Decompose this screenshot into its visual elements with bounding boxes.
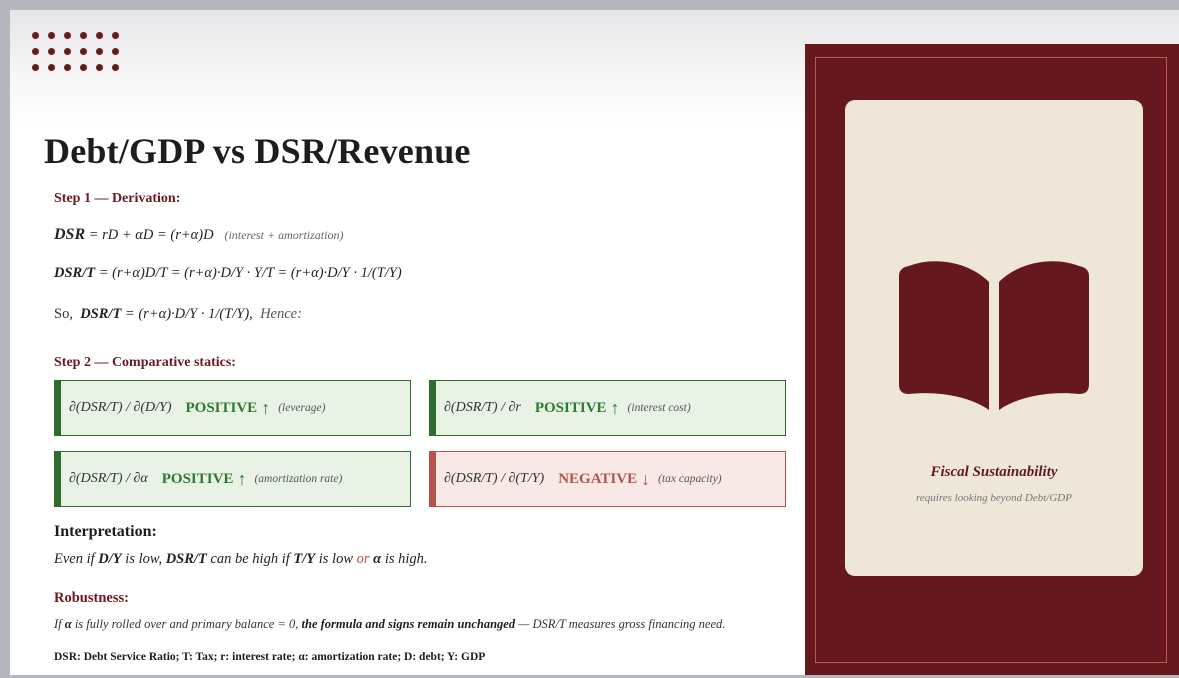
decorative-dot	[80, 48, 87, 55]
decorative-dot	[64, 64, 71, 71]
static-box-expr: ∂(DSR/T) / ∂(D/Y)	[69, 400, 172, 415]
decorative-dot-grid	[32, 32, 132, 84]
interp-bold: α	[373, 551, 382, 567]
panel-card: Fiscal Sustainability requires looking b…	[845, 100, 1143, 576]
equation-so-lhs: DSR/T	[80, 306, 122, 322]
decorative-dot	[48, 64, 55, 71]
rob-text: is fully rolled over and primary balance…	[71, 617, 302, 631]
arrow-up-icon: ↑	[237, 468, 247, 489]
static-box-expr: ∂(DSR/T) / ∂α	[69, 471, 148, 486]
equation-so-rhs: = (r+α)·D/Y · 1/(T/Y),	[121, 306, 253, 322]
decorative-dot	[96, 32, 103, 39]
interp-text: can be high if	[206, 551, 294, 567]
equation-dsr-rhs: = rD + αD = (r+α)D	[85, 227, 214, 243]
interp-text: Even if	[54, 551, 99, 567]
decorative-dot	[112, 64, 119, 71]
decorative-dot	[80, 64, 87, 71]
interp-bold: T/Y	[293, 551, 316, 567]
rob-text: — DSR/T measures gross financing need.	[515, 617, 726, 631]
panel-title: Fiscal Sustainability	[930, 464, 1058, 480]
arrow-up-icon: ↑	[261, 397, 271, 418]
abbreviation-legend: DSR: Debt Service Ratio; T: Tax; r: inte…	[54, 651, 486, 663]
decorative-dot	[96, 64, 103, 71]
equation-dsr: DSR = rD + αD = (r+α)D (interest + amort…	[54, 226, 343, 244]
static-box-note: (leverage)	[278, 402, 326, 414]
interpretation-heading: Interpretation:	[54, 523, 157, 540]
static-box-sign: NEGATIVE	[558, 470, 638, 487]
decorative-dot	[64, 32, 71, 39]
static-box-note: (interest cost)	[627, 402, 691, 414]
side-panel: Fiscal Sustainability requires looking b…	[805, 44, 1179, 675]
interp-text: is low,	[121, 551, 166, 567]
decorative-dot	[112, 48, 119, 55]
step1-heading: Step 1 — Derivation:	[54, 191, 181, 206]
decorative-dot	[96, 48, 103, 55]
rob-bold: the formula and signs remain unchanged	[301, 617, 516, 631]
equation-dsr-t: DSR/T = (r+α)D/T = (r+α)·D/Y · Y/T = (r+…	[54, 265, 402, 282]
static-box-note: (amortization rate)	[254, 473, 343, 485]
open-book-icon	[899, 261, 1089, 410]
arrow-up-icon: ↑	[610, 397, 620, 418]
decorative-dot	[48, 48, 55, 55]
decorative-dot	[64, 48, 71, 55]
rob-bold: α	[64, 617, 72, 631]
interpretation-text: Even if D/Y is low, DSR/T can be high if…	[54, 551, 428, 568]
interp-or-highlight: or	[356, 551, 370, 567]
equation-dsr-t-rhs: = (r+α)D/T = (r+α)·D/Y · Y/T = (r+α)·D/Y…	[95, 265, 402, 281]
equation-dsr-note: (interest + amortization)	[224, 228, 344, 242]
static-box-note: (tax capacity)	[658, 473, 722, 485]
page-title: Debt/GDP vs DSR/Revenue	[44, 131, 471, 171]
arrow-down-icon: ↓	[641, 468, 651, 489]
static-box-sign: POSITIVE	[161, 470, 234, 487]
equation-so-suffix: Hence:	[260, 306, 302, 322]
interp-bold: DSR/T	[165, 551, 207, 567]
decorative-dot	[32, 48, 39, 55]
static-box-sign: POSITIVE	[534, 399, 607, 416]
static-box-expr: ∂(DSR/T) / ∂r	[444, 400, 521, 415]
decorative-dot	[32, 32, 39, 39]
equation-so: So, DSR/T = (r+α)·D/Y · 1/(T/Y), Hence:	[54, 306, 302, 323]
static-box-interest: ∂(DSR/T) / ∂r POSITIVE ↑ (interest cost)	[429, 380, 786, 436]
decorative-dot	[80, 32, 87, 39]
static-box-amortization: ∂(DSR/T) / ∂α POSITIVE ↑ (amortization r…	[54, 451, 411, 507]
robustness-text: If α is fully rolled over and primary ba…	[54, 617, 725, 632]
interp-text: is low	[315, 551, 357, 567]
interp-bold: D/Y	[98, 551, 122, 567]
static-box-sign: POSITIVE	[185, 399, 258, 416]
interp-text: is high.	[381, 551, 428, 567]
step2-heading: Step 2 — Comparative statics:	[54, 355, 236, 370]
decorative-dot	[112, 32, 119, 39]
static-box-tax-capacity: ∂(DSR/T) / ∂(T/Y) NEGATIVE ↓ (tax capaci…	[429, 451, 786, 507]
equation-so-prefix: So,	[54, 306, 73, 322]
static-box-leverage: ∂(DSR/T) / ∂(D/Y) POSITIVE ↑ (leverage)	[54, 380, 411, 436]
equation-dsr-t-lhs: DSR/T	[54, 265, 96, 281]
equation-dsr-lhs: DSR	[54, 226, 86, 243]
robustness-heading: Robustness:	[54, 590, 129, 606]
static-box-expr: ∂(DSR/T) / ∂(T/Y)	[444, 471, 545, 486]
rob-text: If	[54, 617, 65, 631]
decorative-dot	[48, 32, 55, 39]
decorative-dot	[32, 64, 39, 71]
panel-subtitle: requires looking beyond Debt/GDP	[916, 492, 1072, 504]
slide: Debt/GDP vs DSR/Revenue Step 1 — Derivat…	[10, 10, 1179, 675]
